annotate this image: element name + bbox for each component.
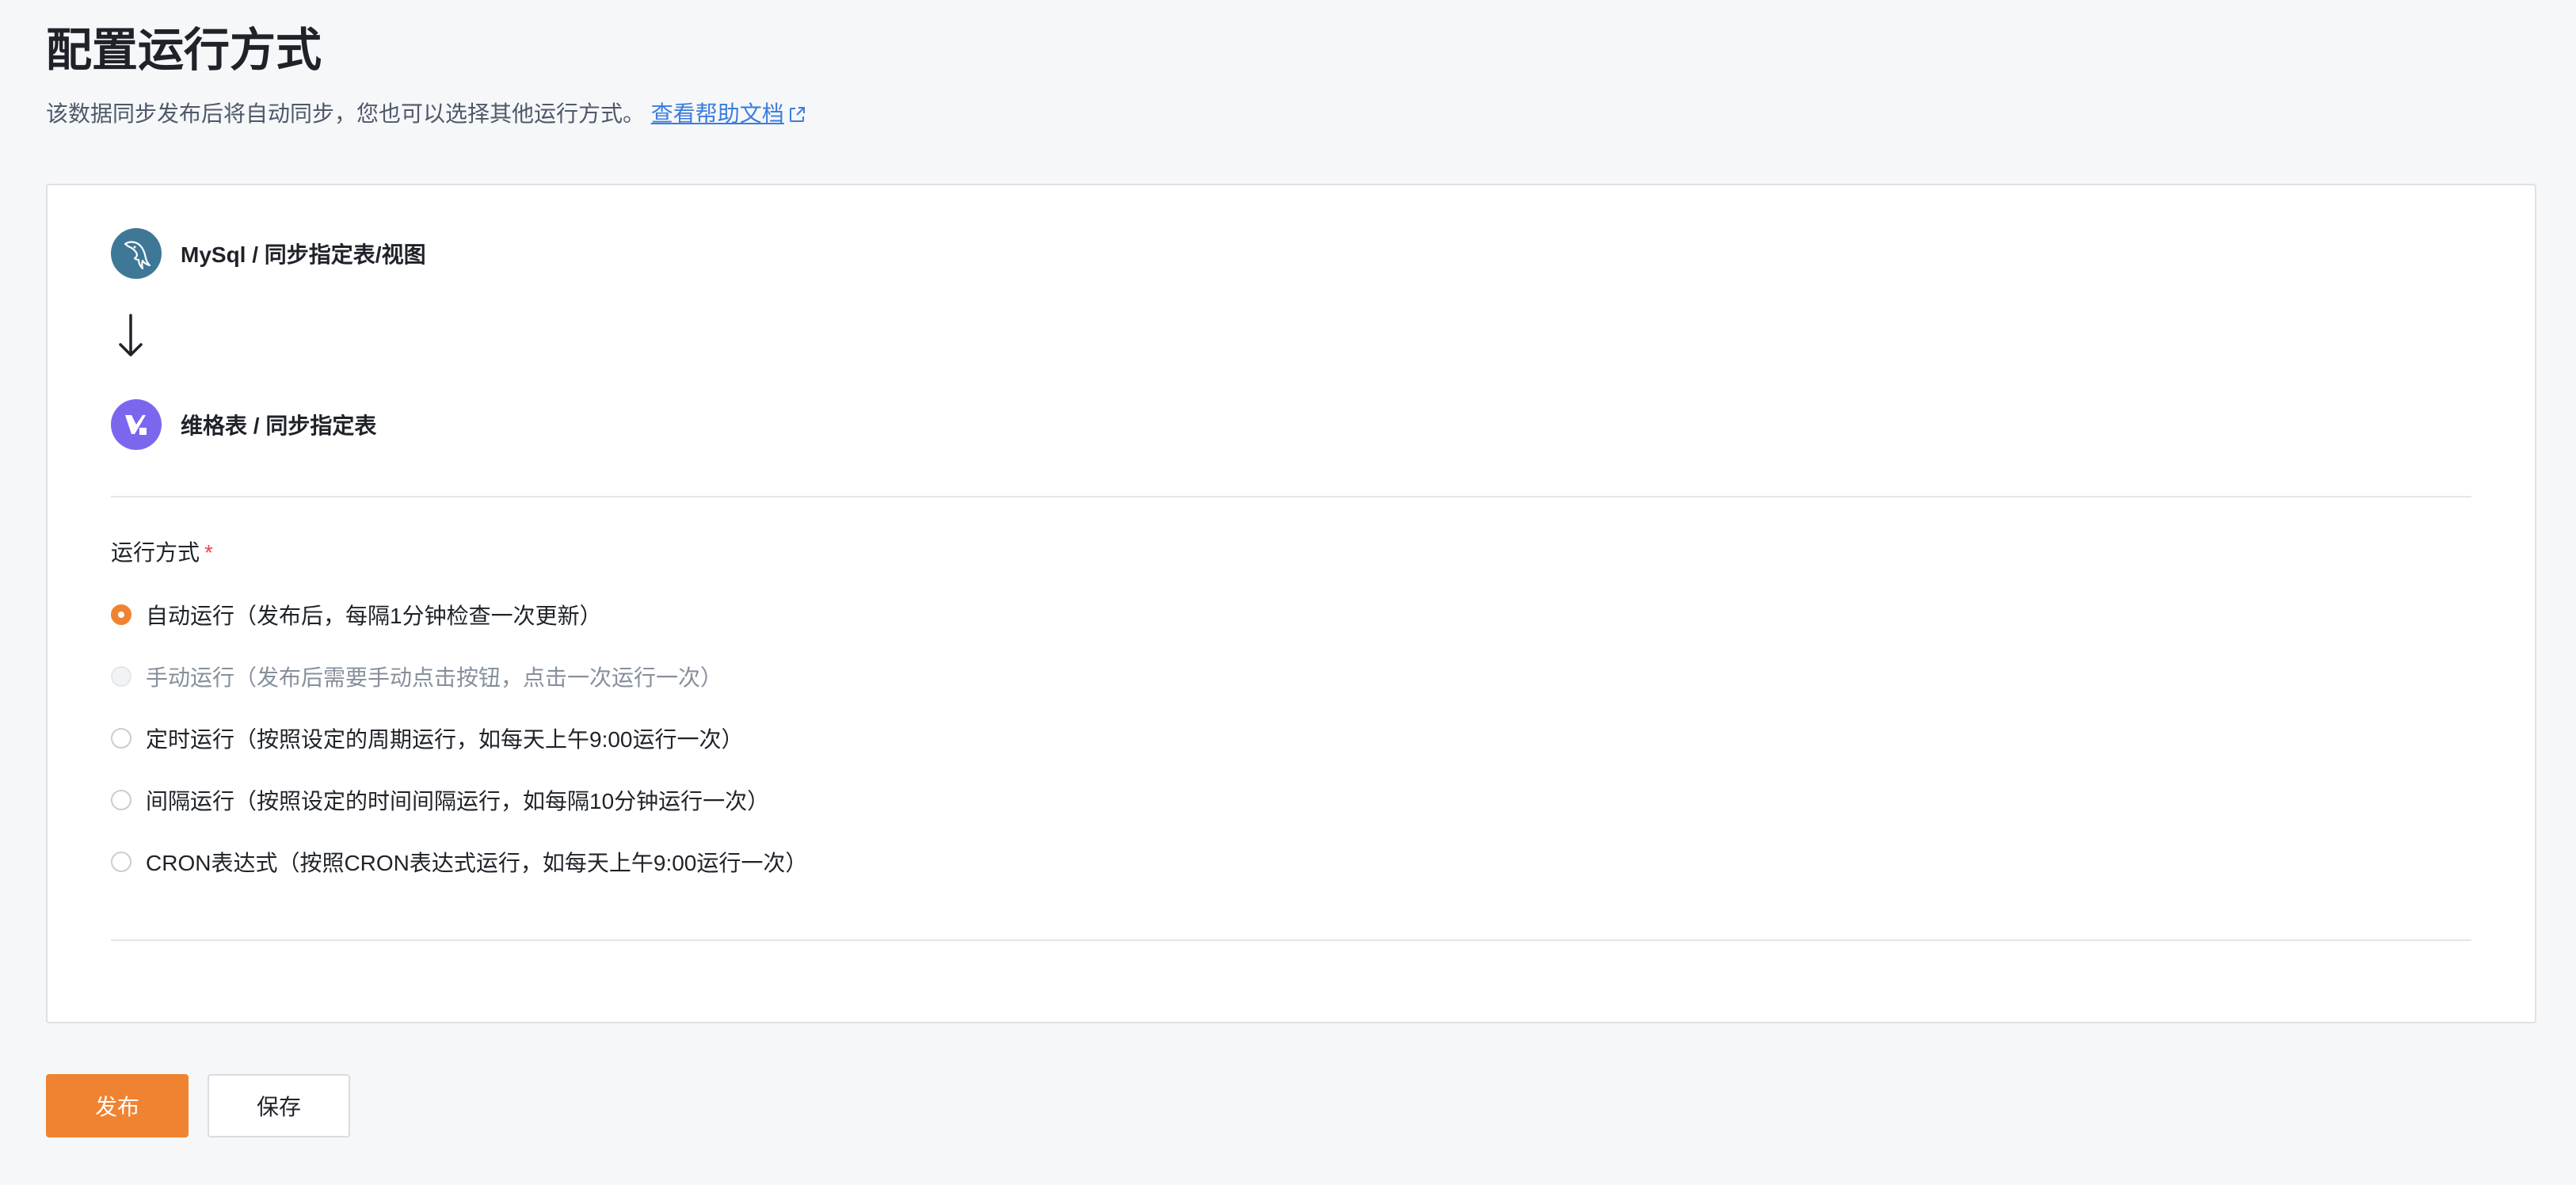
description-text: 该数据同步发布后将自动同步，您也可以选择其他运行方式。 [46, 101, 646, 126]
save-button[interactable]: 保存 [208, 1074, 350, 1137]
radio-option-cron[interactable]: CRON表达式（按照CRON表达式运行，如每天上午9:00运行一次） [111, 846, 807, 878]
required-mark: * [204, 540, 213, 565]
run-mode-label: 运行方式 * [111, 537, 213, 569]
radio-label: CRON表达式（按照CRON表达式运行，如每天上午9:00运行一次） [146, 851, 808, 875]
radio-option-auto[interactable]: 自动运行（发布后，每隔1分钟检查一次更新） [111, 599, 807, 631]
vika-logo-icon [111, 399, 162, 450]
divider [111, 496, 2471, 497]
target-row: 维格表 / 同步指定表 [111, 399, 376, 450]
source-label: MySql / 同步指定表/视图 [181, 242, 426, 267]
divider [111, 939, 2471, 941]
publish-button[interactable]: 发布 [46, 1074, 189, 1137]
help-doc-link[interactable]: 查看帮助文档 [651, 101, 806, 126]
radio-button[interactable] [111, 790, 131, 810]
mysql-logo-icon [111, 228, 162, 279]
radio-label: 自动运行（发布后，每隔1分钟检查一次更新） [146, 604, 602, 628]
radio-option-manual: 手动运行（发布后需要手动点击按钮，点击一次运行一次） [111, 661, 807, 692]
run-mode-label-text: 运行方式 [111, 540, 200, 565]
external-link-icon [787, 101, 806, 133]
page-title: 配置运行方式 [46, 25, 322, 76]
radio-option-interval[interactable]: 间隔运行（按照设定的时间间隔运行，如每隔10分钟运行一次） [111, 784, 807, 816]
source-row: MySql / 同步指定表/视图 [111, 228, 426, 279]
radio-button-disabled [111, 666, 131, 687]
config-card: MySql / 同步指定表/视图 维格表 / 同步指定表 运行方式 * 自动运行（… [46, 184, 2536, 1023]
target-label: 维格表 / 同步指定表 [181, 413, 377, 438]
run-mode-radio-group: 自动运行（发布后，每隔1分钟检查一次更新） 手动运行（发布后需要手动点击按钮，点… [111, 599, 807, 908]
radio-button[interactable] [111, 852, 131, 872]
radio-option-scheduled[interactable]: 定时运行（按照设定的周期运行，如每天上午9:00运行一次） [111, 722, 807, 754]
arrow-down-icon [117, 312, 144, 364]
page-description: 该数据同步发布后将自动同步，您也可以选择其他运行方式。 查看帮助文档 [46, 98, 806, 133]
radio-button-checked[interactable] [111, 604, 131, 625]
radio-label: 定时运行（按照设定的周期运行，如每天上午9:00运行一次） [146, 727, 744, 752]
radio-button[interactable] [111, 728, 131, 749]
help-doc-link-label: 查看帮助文档 [650, 101, 784, 126]
radio-label: 间隔运行（按照设定的时间间隔运行，如每隔10分钟运行一次） [146, 789, 770, 813]
radio-label: 手动运行（发布后需要手动点击按钮，点击一次运行一次） [146, 665, 723, 690]
